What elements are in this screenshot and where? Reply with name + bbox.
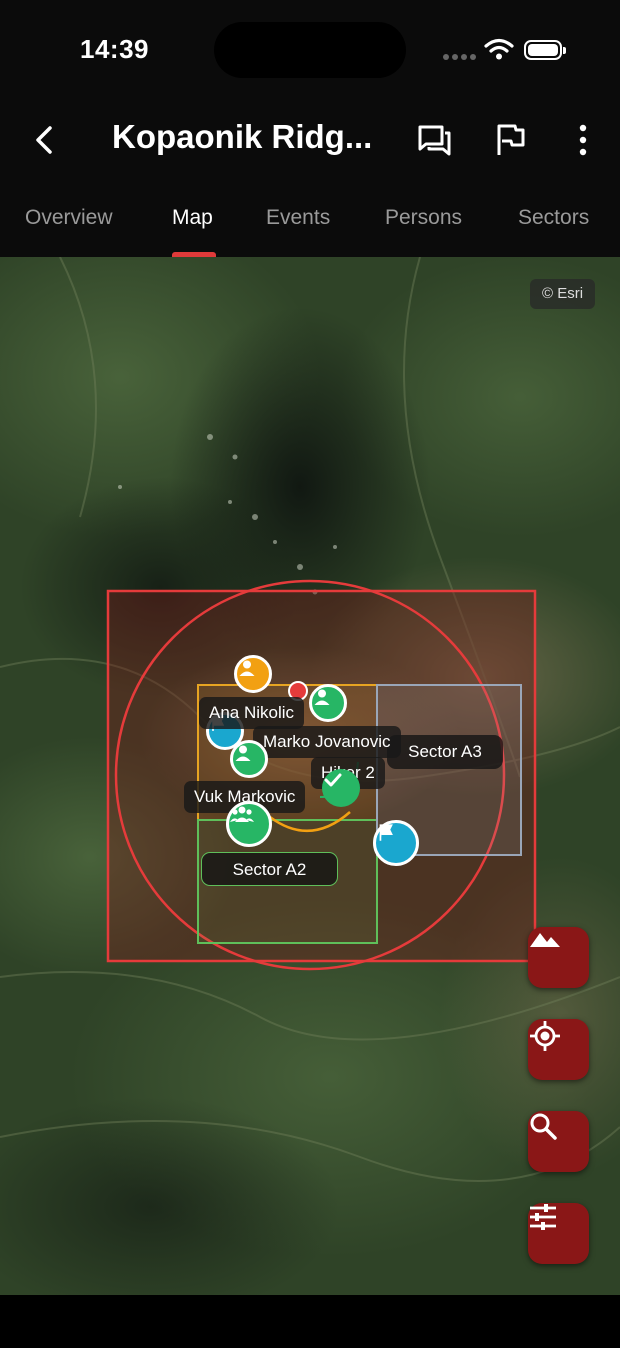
tab-persons[interactable]: Persons [385, 206, 462, 230]
found-check-marker[interactable] [322, 769, 360, 807]
tab-sectors[interactable]: Sectors [518, 206, 589, 230]
search-icon [530, 1113, 557, 1140]
app-bar: Kopaonik Ridg... [0, 100, 620, 180]
check-icon [324, 773, 342, 787]
responder-marker[interactable] [234, 655, 272, 693]
person-icon [235, 745, 251, 761]
satellite-map [0, 257, 620, 1295]
group-icon [230, 806, 254, 822]
group-marker[interactable] [226, 801, 272, 847]
map-attribution: © Esri [530, 279, 596, 309]
flag-icon [379, 824, 393, 841]
wifi-icon [484, 38, 514, 60]
status-time: 14:39 [80, 34, 149, 64]
flag-icon[interactable] [488, 118, 532, 162]
my-location-button[interactable] [528, 1019, 589, 1080]
flag-marker-a3[interactable] [373, 820, 419, 866]
person-marker-ana[interactable] [230, 740, 268, 778]
tune-icon [530, 1204, 556, 1230]
terrain-button[interactable] [528, 927, 589, 988]
sector-label-a3[interactable]: Sector A3 [387, 735, 503, 769]
back-arrow-icon[interactable] [26, 120, 66, 160]
battery-icon [524, 40, 566, 60]
dynamic-island [214, 22, 406, 78]
sector-label-a2[interactable]: Sector A2 [201, 852, 338, 886]
my-location-icon [530, 1021, 560, 1051]
terrain-icon [530, 933, 560, 947]
marker-label-ana[interactable]: Ana Nikolic [199, 697, 305, 729]
tab-bar: Overview Map Events Persons Sectors [0, 180, 620, 258]
marker-label-marko[interactable]: Marko Jovanovic [253, 726, 401, 758]
tab-map[interactable]: Map [172, 206, 213, 230]
search-button[interactable] [528, 1111, 589, 1172]
more-vert-icon[interactable] [561, 118, 605, 162]
filter-button[interactable] [528, 1203, 589, 1264]
tab-events[interactable]: Events [266, 206, 330, 230]
cellular-signal-icon [443, 54, 477, 62]
bottom-bar [0, 1295, 620, 1348]
chat-icon[interactable] [412, 118, 456, 162]
status-bar: 14:39 [0, 0, 620, 100]
person-icon [239, 660, 255, 676]
page-title: Kopaonik Ridg... [112, 118, 373, 155]
tab-overview[interactable]: Overview [25, 206, 113, 230]
map-view[interactable]: © Esri Sector A3 Sector A2 Ana Nikolic M… [0, 257, 620, 1295]
person-marker-marko[interactable] [309, 684, 347, 722]
person-icon [314, 689, 330, 705]
